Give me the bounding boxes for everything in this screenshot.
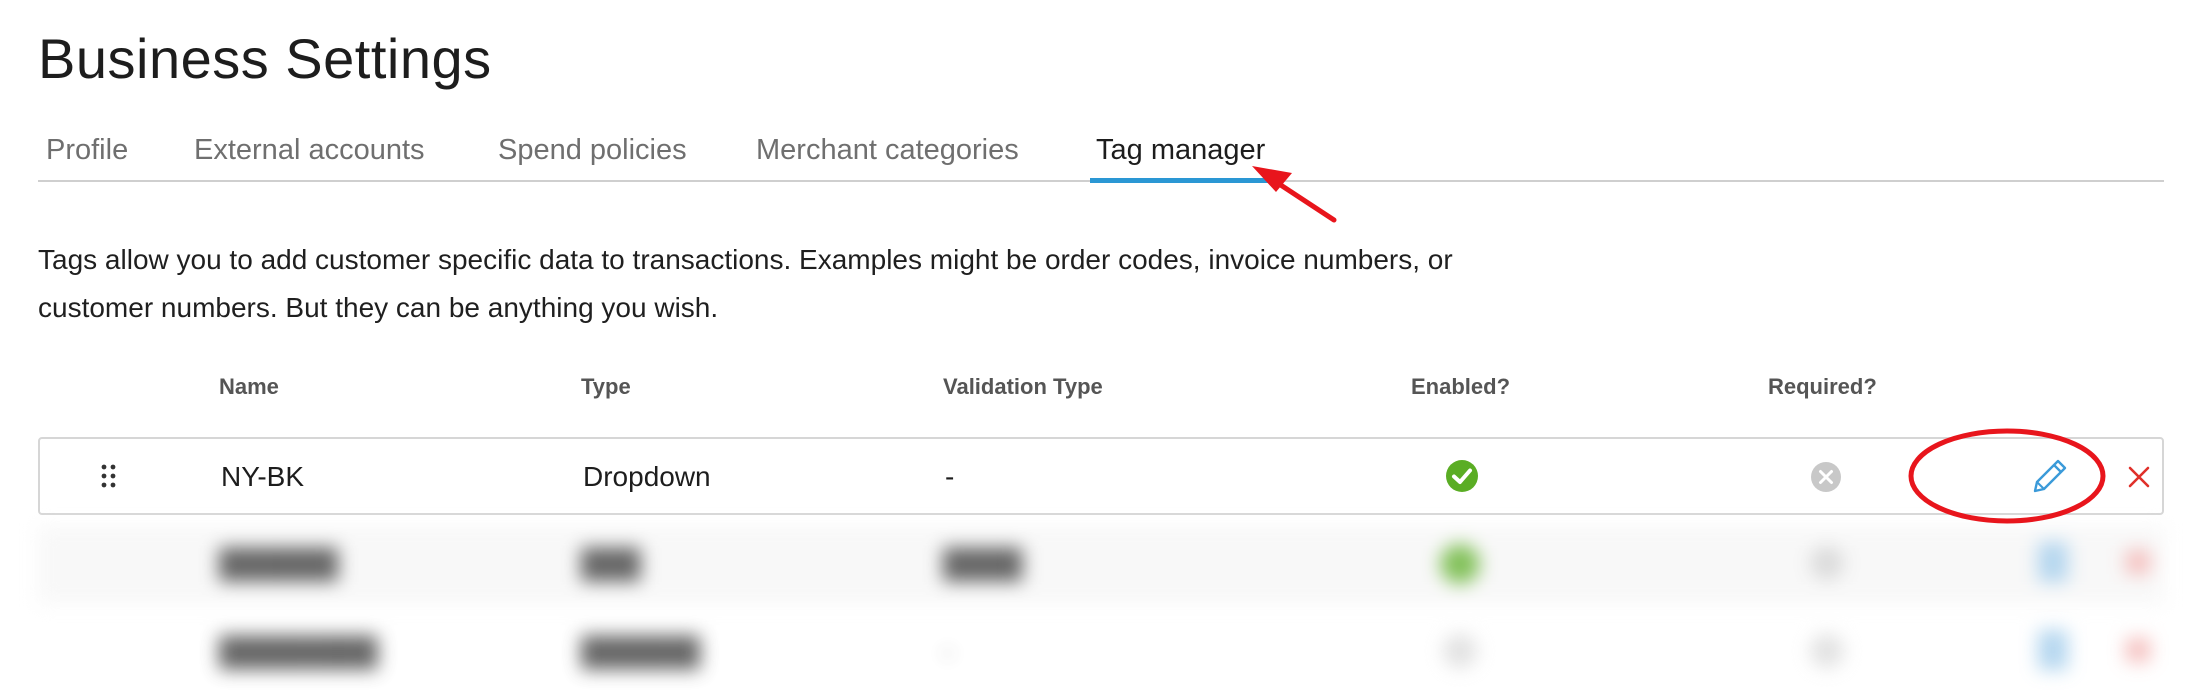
annotation-arrow (1252, 166, 1337, 223)
annotation-circle (1908, 428, 2106, 524)
annotation-overlay (1252, 166, 2106, 524)
